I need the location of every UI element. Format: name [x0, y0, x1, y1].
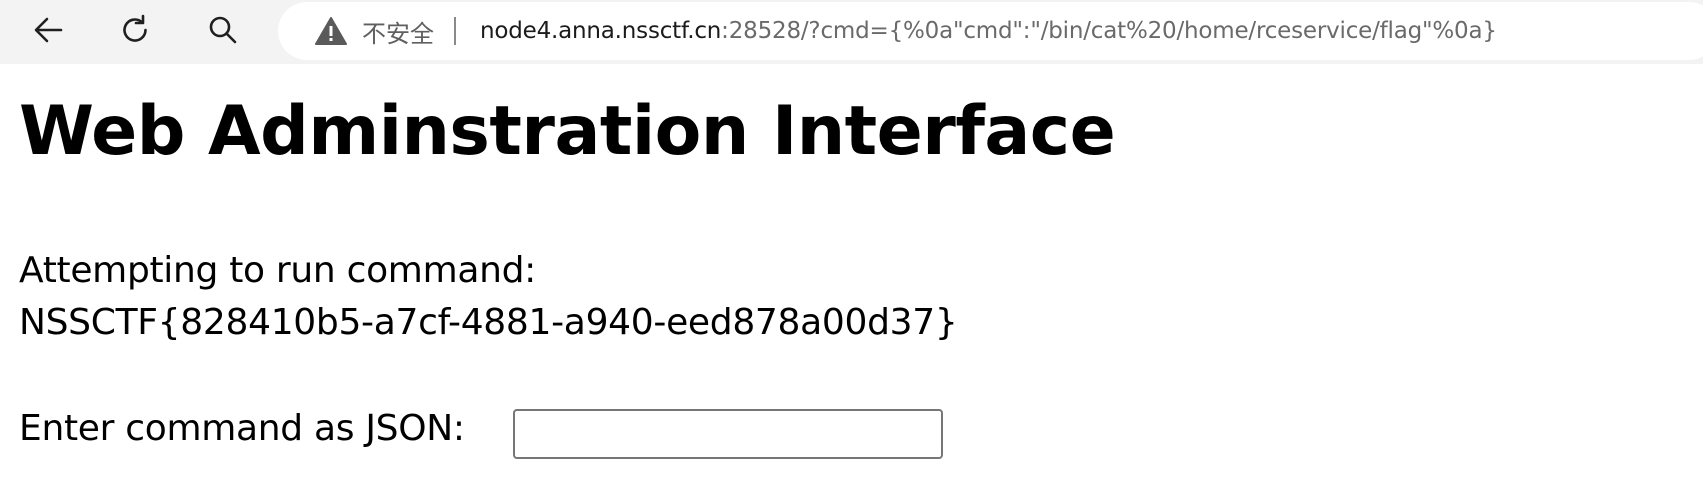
- page-content: Web Adminstration Interface Attempting t…: [0, 64, 1703, 494]
- warning-icon[interactable]: [314, 16, 348, 46]
- reload-button[interactable]: [113, 8, 157, 52]
- security-label[interactable]: 不安全: [362, 14, 434, 49]
- search-button[interactable]: [201, 8, 245, 52]
- address-divider: [454, 17, 456, 45]
- command-json-input[interactable]: [513, 409, 943, 459]
- address-bar[interactable]: 不安全 node4.anna.nssctf.cn:28528/?cmd={%0a…: [278, 2, 1703, 60]
- command-output: NSSCTF{828410b5-a7cf-4881-a940-eed878a00…: [19, 302, 958, 343]
- url-path: :28528/?cmd={%0a"cmd":"/bin/cat%20/home/…: [721, 18, 1497, 44]
- status-text: Attempting to run command:: [19, 250, 536, 291]
- reload-icon: [123, 14, 147, 42]
- search-icon: [209, 16, 237, 44]
- input-label: Enter command as JSON:: [19, 408, 465, 449]
- back-button[interactable]: [26, 8, 70, 52]
- url-host: node4.anna.nssctf.cn: [480, 18, 722, 44]
- url-text[interactable]: node4.anna.nssctf.cn:28528/?cmd={%0a"cmd…: [480, 18, 1497, 44]
- browser-toolbar: 不安全 node4.anna.nssctf.cn:28528/?cmd={%0a…: [0, 0, 1703, 64]
- back-arrow-icon: [34, 17, 63, 43]
- page-title: Web Adminstration Interface: [19, 92, 1116, 171]
